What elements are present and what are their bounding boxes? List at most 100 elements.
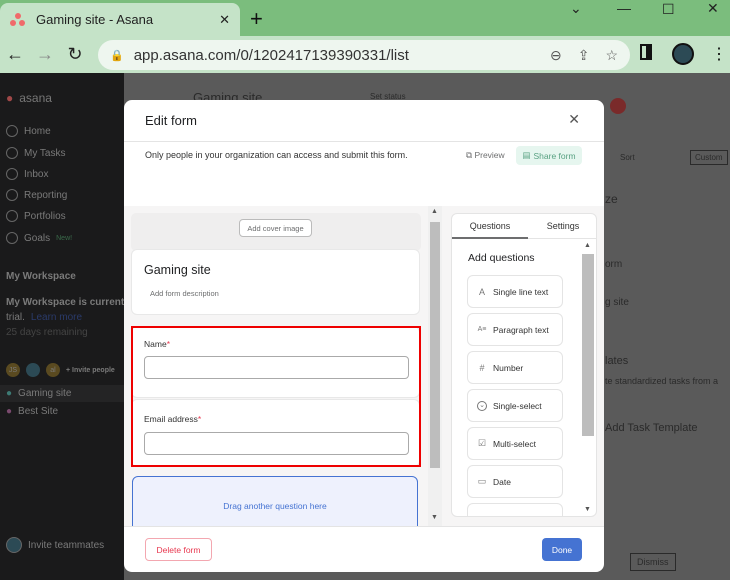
question-type-multi-select[interactable]: ☑ Multi-select	[467, 427, 563, 460]
bg-dismiss-button: Dismiss	[630, 553, 676, 571]
zoom-icon[interactable]: ⊖	[550, 47, 562, 64]
label: Date	[493, 476, 511, 487]
panel-scrollbar[interactable]: ▲ ▼	[581, 240, 595, 516]
sidebar-item-reporting[interactable]: Reporting	[6, 189, 67, 201]
menu-icon[interactable]: ⋮	[711, 44, 727, 64]
tab-questions[interactable]: Questions	[452, 214, 528, 239]
scroll-thumb[interactable]	[430, 222, 440, 468]
tab-title: Gaming site - Asana	[36, 12, 154, 27]
name-field[interactable]	[144, 356, 409, 379]
close-window-button[interactable]: ✕	[707, 0, 719, 17]
drop-zone[interactable]: Drag another question here	[132, 476, 418, 526]
maximize-button[interactable]: ☐	[662, 1, 675, 18]
email-field[interactable]	[144, 432, 409, 455]
url-text[interactable]: app.asana.com/0/1202417139390331/list	[134, 47, 409, 64]
required-marker: *	[197, 414, 202, 424]
sidebar-item-home[interactable]: Home	[6, 125, 51, 137]
label: Goals	[24, 232, 51, 244]
close-tab-icon[interactable]: ✕	[219, 12, 230, 28]
label: Paragraph text	[493, 324, 549, 335]
questions-panel: Questions Settings Add questions A Single…	[451, 213, 597, 517]
form-description-input[interactable]: Add form description	[150, 289, 219, 298]
sidebar-toggle-icon[interactable]	[640, 44, 652, 60]
cover-area: Add cover image	[131, 213, 421, 251]
bookmark-star-icon[interactable]: ☆	[605, 47, 618, 64]
preview-button[interactable]: ⧉ Preview	[466, 150, 505, 161]
reload-icon[interactable]: ↻	[60, 44, 90, 65]
scroll-down-icon[interactable]: ▼	[431, 514, 438, 521]
question-type-number[interactable]: # Number	[467, 351, 563, 384]
avatar[interactable]: al	[46, 363, 60, 377]
hash-icon: #	[479, 362, 485, 373]
paragraph-icon: A≡	[477, 326, 487, 333]
sidebar-item-goals[interactable]: Goals New!	[6, 232, 72, 244]
bg-text: te standardized tasks from a	[605, 376, 719, 386]
question-type-date[interactable]: ▭ Date	[467, 465, 563, 498]
question-card-email[interactable]: Email address*	[131, 399, 420, 467]
avatar[interactable]	[26, 363, 40, 377]
portfolio-icon	[6, 210, 18, 222]
project-best-site[interactable]: ● Best Site	[6, 406, 58, 417]
sidebar: ● asana Home My Tasks Inbox Reporting Por…	[0, 73, 144, 580]
edit-form-dialog: Edit form ✕ Only people in your organiza…	[124, 100, 604, 572]
share-icon[interactable]: ⇪	[578, 47, 590, 64]
bg-text: lates	[605, 355, 629, 367]
label: Gaming site	[18, 388, 72, 399]
delete-form-button[interactable]: Delete form	[145, 538, 212, 561]
invite-people-button[interactable]: + Invite people	[66, 367, 115, 374]
share-icon: ▤	[522, 150, 531, 160]
back-icon[interactable]: ←	[0, 44, 30, 65]
share-form-button[interactable]: ▤ Share form	[516, 146, 582, 165]
profile-avatar[interactable]	[672, 43, 694, 65]
sidebar-item-portfolios[interactable]: Portfolios	[6, 210, 66, 222]
scroll-thumb[interactable]	[582, 254, 594, 436]
calendar-icon: ▭	[477, 476, 487, 486]
scroll-up-icon[interactable]: ▲	[431, 208, 438, 215]
share-label: Share form	[533, 150, 576, 161]
label: Home	[24, 125, 51, 137]
sidebar-item-my-tasks[interactable]: My Tasks	[6, 147, 66, 159]
scroll-up-icon[interactable]: ▲	[584, 242, 591, 249]
new-badge: New!	[56, 234, 73, 242]
chevron-circle-icon: ⌄	[477, 400, 487, 411]
question-card-name[interactable]: Name*	[131, 326, 420, 398]
question-type-more[interactable]	[467, 503, 563, 516]
scroll-down-icon[interactable]: ▼	[584, 506, 591, 513]
asana-logo[interactable]: ● asana	[6, 91, 52, 105]
lock-icon: 🔒	[110, 49, 124, 62]
address-bar[interactable]: 🔒 app.asana.com/0/1202417139390331/list …	[98, 40, 630, 70]
question-type-single-select[interactable]: ⌄ Single-select	[467, 389, 563, 422]
add-questions-heading: Add questions	[468, 252, 535, 264]
workspace-heading[interactable]: My Workspace	[6, 271, 76, 282]
tab-settings[interactable]: Settings	[528, 214, 596, 239]
invite-teammates-button[interactable]: Invite teammates	[6, 537, 104, 553]
close-icon[interactable]: ✕	[568, 111, 580, 128]
label: Invite teammates	[28, 539, 105, 551]
required-marker: *	[166, 339, 170, 349]
form-header-card: Gaming site Add form description	[131, 249, 420, 315]
question-label: Name*	[144, 339, 170, 349]
bg-text: ze	[605, 192, 618, 206]
days-remaining: 25 days remaining	[6, 327, 88, 338]
sidebar-item-inbox[interactable]: Inbox	[6, 168, 48, 180]
done-button[interactable]: Done	[542, 538, 582, 561]
project-dot-icon: ●	[6, 406, 13, 417]
members-row: JS al + Invite people	[6, 363, 115, 377]
scrollbar[interactable]: ▲ ▼	[428, 206, 442, 526]
new-tab-button[interactable]: +	[250, 6, 263, 32]
avatar[interactable]: JS	[6, 363, 20, 377]
form-title[interactable]: Gaming site	[144, 263, 211, 277]
project-gaming-site[interactable]: ● Gaming site	[0, 385, 124, 402]
question-type-paragraph-text[interactable]: A≡ Paragraph text	[467, 313, 563, 346]
add-cover-image-button[interactable]: Add cover image	[239, 219, 312, 237]
forward-icon[interactable]: →	[30, 44, 60, 65]
question-type-single-line-text[interactable]: A Single line text	[467, 275, 563, 308]
browser-tab[interactable]: Gaming site - Asana ✕	[0, 3, 240, 36]
bell-icon	[6, 168, 18, 180]
tab-search-icon[interactable]: ⌄	[570, 0, 582, 17]
form-editor: Add cover image Gaming site Add form des…	[124, 206, 604, 526]
learn-more-link[interactable]: Learn more	[31, 312, 82, 323]
check-circle-icon	[6, 147, 18, 159]
label: Name	[144, 339, 167, 349]
minimize-button[interactable]: —	[617, 0, 631, 16]
